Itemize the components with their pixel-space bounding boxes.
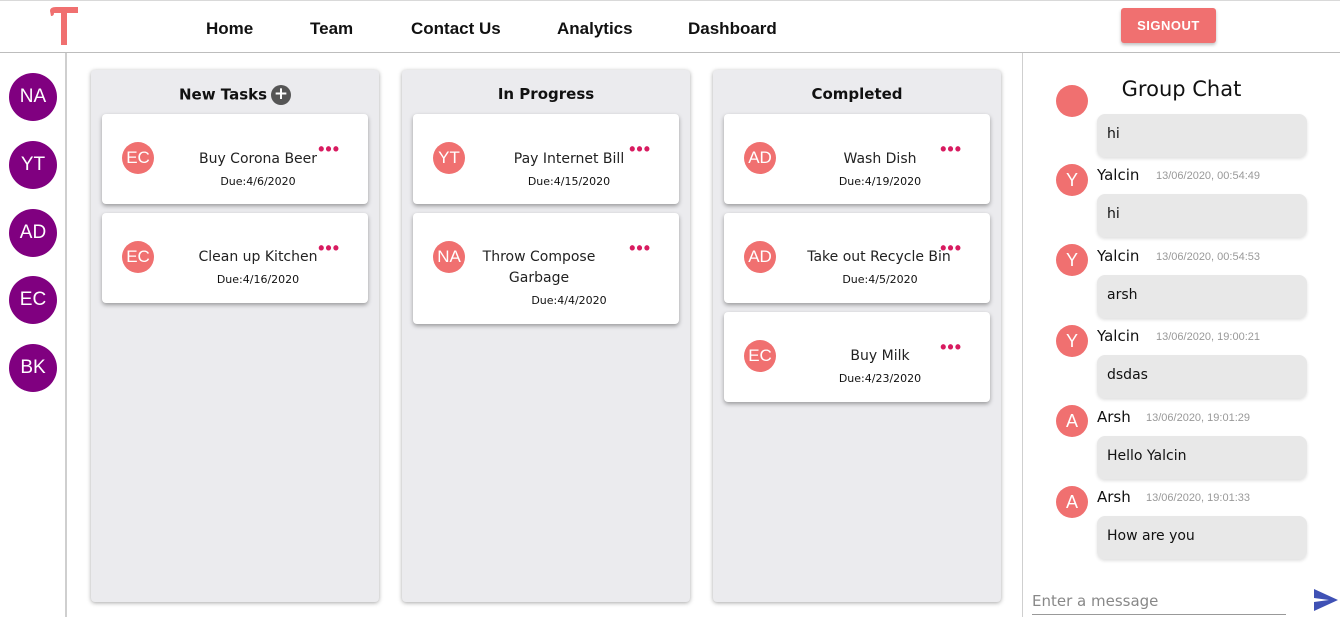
task-menu-icon[interactable]: ••• [318, 239, 340, 257]
chat-avatar: Y [1056, 244, 1088, 276]
task-card[interactable]: EC Clean up Kitchen Due:4/16/2020 ••• [102, 213, 368, 303]
task-card[interactable]: AD Wash Dish Due:4/19/2020 ••• [724, 114, 990, 204]
chat-timestamp: 13/06/2020, 00:54:49 [1156, 170, 1260, 182]
task-assignee-avatar: EC [122, 241, 154, 273]
chat-message-bubble: Hello Yalcin [1097, 436, 1307, 479]
chat-sender-name: Arsh [1097, 408, 1131, 426]
task-due-date: Due:4/6/2020 [220, 175, 296, 188]
task-assignee-avatar: EC [122, 142, 154, 174]
member-avatar[interactable]: AD [9, 209, 57, 257]
task-card[interactable]: YT Pay Internet Bill Due:4/15/2020 ••• [413, 114, 679, 204]
add-task-icon[interactable]: + [271, 85, 292, 105]
chat-timestamp: 13/06/2020, 19:01:29 [1146, 412, 1250, 424]
task-menu-icon[interactable]: ••• [318, 140, 340, 158]
chat-message-input[interactable] [1032, 587, 1286, 615]
member-avatar[interactable]: NA [9, 73, 57, 121]
task-card[interactable]: EC Buy Milk Due:4/23/2020 ••• [724, 312, 990, 402]
task-due-date: Due:4/16/2020 [216, 273, 300, 286]
task-menu-icon[interactable]: ••• [629, 140, 651, 158]
task-assignee-avatar: AD [744, 241, 776, 273]
task-assignee-avatar: AD [744, 142, 776, 174]
task-due-date: Due:4/19/2020 [838, 175, 922, 188]
app-logo[interactable] [50, 7, 80, 45]
nav-home[interactable]: Home [206, 19, 253, 39]
member-avatar[interactable]: YT [9, 141, 57, 189]
chat-avatar: Y [1056, 164, 1088, 196]
chat-message-bubble: How are you [1097, 516, 1307, 559]
column-completed: Completed AD Wash Dish Due:4/19/2020 •••… [713, 70, 1001, 602]
task-menu-icon[interactable]: ••• [940, 338, 962, 356]
task-menu-icon[interactable]: ••• [940, 140, 962, 158]
top-nav: Home Team Contact Us Analytics Dashboard… [0, 0, 1340, 53]
chat-sender-name: Yalcin [1097, 327, 1140, 345]
nav-analytics[interactable]: Analytics [557, 19, 633, 39]
task-due-date: Due:4/5/2020 [842, 273, 918, 286]
task-card[interactable]: NA Throw Compose Garbage Due:4/4/2020 ••… [413, 213, 679, 324]
column-title: In Progress [497, 85, 595, 103]
chat-avatar: A [1056, 405, 1088, 437]
task-assignee-avatar: YT [433, 142, 465, 174]
send-icon[interactable] [1314, 589, 1338, 611]
signout-button[interactable]: SIGNOUT [1121, 8, 1216, 43]
task-assignee-avatar: EC [744, 340, 776, 372]
task-card[interactable]: EC Buy Corona Beer Due:4/6/2020 ••• [102, 114, 368, 204]
member-avatar[interactable]: BK [9, 344, 57, 392]
nav-contact-us[interactable]: Contact Us [411, 19, 501, 39]
group-chat-panel: Group Chat hi Y Yalcin 13/06/2020, 00:54… [1022, 53, 1340, 617]
task-menu-icon[interactable]: ••• [940, 239, 962, 257]
column-title: Completed [811, 85, 903, 103]
column-new-tasks: New Tasks + EC Buy Corona Beer Due:4/6/20… [91, 70, 379, 602]
chat-timestamp: 13/06/2020, 00:54:53 [1156, 251, 1260, 263]
column-title: New Tasks + [91, 85, 379, 105]
chat-message-bubble: arsh [1097, 275, 1307, 318]
chat-timestamp: 13/06/2020, 19:01:33 [1146, 492, 1250, 504]
nav-dashboard[interactable]: Dashboard [688, 19, 777, 39]
task-menu-icon[interactable]: ••• [629, 239, 651, 257]
task-title: Throw Compose Garbage [482, 249, 596, 286]
chat-message-bubble: hi [1097, 194, 1307, 237]
chat-avatar: Y [1056, 325, 1088, 357]
task-due-date: Due:4/4/2020 [531, 294, 607, 307]
chat-message-bubble: hi [1097, 114, 1307, 157]
chat-timestamp: 13/06/2020, 19:00:21 [1156, 331, 1260, 343]
chat-message-bubble: dsdas [1097, 355, 1307, 398]
task-card[interactable]: AD Take out Recycle Bin Due:4/5/2020 ••• [724, 213, 990, 303]
chat-title: Group Chat [1121, 77, 1242, 101]
nav-team[interactable]: Team [310, 19, 353, 39]
chat-sender-name: Yalcin [1097, 247, 1140, 265]
chat-sender-name: Arsh [1097, 488, 1131, 506]
chat-sender-name: Yalcin [1097, 166, 1140, 184]
column-in-progress: In Progress YT Pay Internet Bill Due:4/1… [402, 70, 690, 602]
members-sidebar: NA YT AD EC BK [0, 53, 67, 617]
task-assignee-avatar: NA [433, 241, 465, 273]
member-avatar[interactable]: EC [9, 276, 57, 324]
column-title-text: New Tasks [178, 85, 268, 104]
task-due-date: Due:4/23/2020 [838, 372, 922, 385]
chat-avatar: A [1056, 486, 1088, 518]
task-due-date: Due:4/15/2020 [527, 175, 611, 188]
